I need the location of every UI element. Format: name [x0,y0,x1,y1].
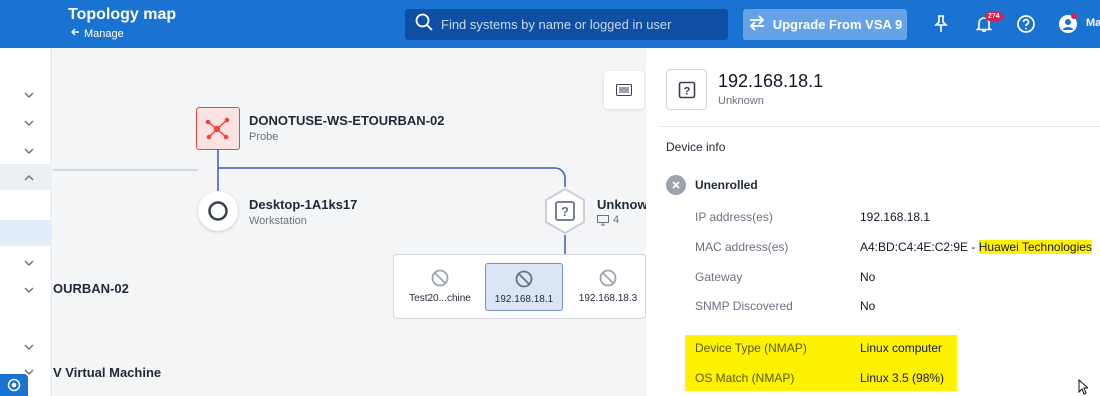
mac-vendor: Huawei Technologies [978,240,1092,254]
info-label: Gateway [695,270,743,284]
mac-address: A4:BD:C4:4E:C2:9E [860,240,969,254]
group-device-item[interactable]: Test20...chine [400,263,480,311]
notification-badge: 274 [985,12,1003,21]
device-ip-title: 192.168.18.1 [718,71,824,91]
blocked-icon [599,269,617,287]
node-label-partial-vm[interactable]: V Virtual Machine [53,365,161,380]
pin-icon[interactable] [929,12,953,36]
info-label: SNMP Discovered [695,299,793,313]
probe-name[interactable]: DONOTUSE-WS-ETOURBAN-02 [249,113,445,128]
unknown-count-value: 4 [613,214,620,226]
workstation-name[interactable]: Desktop-1A1ks17 [249,197,357,212]
group-device-label: 192.168.18.1 [494,294,554,305]
info-value: 192.168.18.1 [860,210,931,224]
node-label-partial[interactable]: OURBAN-02 [53,281,129,296]
blocked-icon [515,270,533,288]
help-icon[interactable] [1014,12,1038,36]
info-label: IP address(es) [695,210,773,224]
info-label: OS Match (NMAP) [695,371,795,385]
group-device-item[interactable]: 192.168.18.3 [568,263,648,311]
info-label: MAC address(es) [695,240,789,254]
unknown-group-name[interactable]: Unknow [597,197,648,212]
group-device-label: Test20...chine [409,293,471,304]
list-icon [616,84,632,96]
info-label: Device Type (NMAP) [695,341,807,355]
divider [660,126,1100,127]
info-value: Linux computer [860,341,943,355]
info-value: No [860,270,876,284]
user-status-dot [1071,13,1077,19]
unknown-group-node[interactable]: ? [541,187,589,235]
ring-icon [208,201,228,221]
unknown-device-icon: ? [678,81,695,98]
upgrade-button[interactable]: Upgrade From VSA 9 [743,9,907,40]
info-value: Linux 3.5 (98%) [860,371,945,385]
group-device-label: 192.168.18.3 [578,293,638,304]
monitor-icon [597,214,609,225]
legend-button[interactable] [604,71,644,109]
device-type-badge: ? [666,69,707,110]
swap-icon [748,15,766,34]
unenrolled-icon [666,175,686,195]
user-initials[interactable]: Ma [1086,17,1100,29]
section-title: Device info [666,140,726,154]
mac-address-value: A4:BD:C4:4E:C2:9E - Huawei Technologies [860,240,1092,254]
device-subtitle: Unknown [718,95,764,107]
svg-text:?: ? [683,85,690,97]
probe-type: Probe [249,131,279,143]
blocked-icon [431,269,449,287]
enrollment-status: Unenrolled [695,178,758,192]
workstation-node[interactable] [198,191,238,231]
probe-hub-icon [205,117,230,139]
group-device-item-selected[interactable]: 192.168.18.1 [485,263,563,311]
svg-text:?: ? [561,204,569,219]
workstation-type: Workstation [249,215,307,227]
mouse-cursor-icon [1078,379,1088,395]
device-group-box: Test20...chine 192.168.18.1 192.168.18.3 [393,254,646,319]
mac-separator: - [968,240,979,254]
unknown-count: 4 [597,214,619,226]
upgrade-button-label: Upgrade From VSA 9 [772,17,903,32]
probe-node[interactable] [196,107,240,150]
info-value: No [860,299,876,313]
